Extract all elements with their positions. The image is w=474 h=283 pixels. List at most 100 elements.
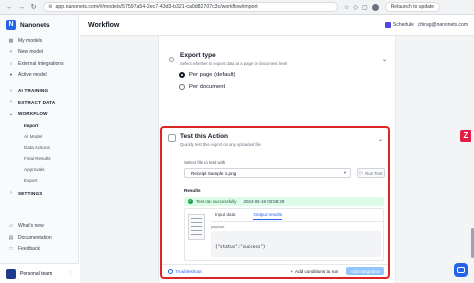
chevron-right-icon: ›: [10, 190, 12, 197]
main-content: Export type Select whether to export dat…: [80, 36, 474, 283]
sidebar-subitem-approvals[interactable]: Approvals: [0, 164, 78, 175]
sidebar-section-label: EXTRACT DATA: [18, 99, 56, 105]
sidebar-section-label: SETTINGS: [18, 190, 43, 196]
user-email[interactable]: chirag@nanonets.com: [418, 22, 468, 28]
browser-actions: ☆ ◇ ▢: [344, 3, 379, 11]
tab-divider: [211, 221, 383, 222]
radio-selected-icon[interactable]: [179, 72, 185, 78]
file-select-value: Receipt Sample 1.png: [191, 170, 237, 176]
help-circle-icon: [168, 268, 173, 274]
file-thumbnail[interactable]: [188, 214, 205, 240]
radio-per-document[interactable]: Per document: [179, 84, 387, 90]
tab-output-results[interactable]: Output results: [253, 212, 283, 220]
add-conditions-button[interactable]: + Add conditions to run: [290, 269, 338, 274]
add-integration-button[interactable]: Add Integration: [346, 267, 384, 275]
bookmark-icon[interactable]: ☆: [344, 4, 349, 11]
sidebar-section-ai-training[interactable]: › AI TRAINING: [0, 85, 78, 97]
sidebar-item-feedback[interactable]: □ Feedback: [0, 244, 79, 256]
sidebar-subitem-import[interactable]: Import: [0, 120, 78, 131]
sidebar-section-label: WORKFLOW: [18, 111, 48, 117]
chat-widget-button[interactable]: [454, 263, 468, 277]
site-info-icon[interactable]: ⚙: [48, 4, 52, 10]
chevron-down-icon[interactable]: ⌄: [382, 56, 387, 63]
reload-icon[interactable]: ↻: [30, 4, 37, 11]
sidebar-section-label: AI TRAINING: [18, 88, 49, 94]
sidebar-section-settings[interactable]: › SETTINGS: [0, 188, 78, 200]
extensions-icon[interactable]: ◇: [353, 4, 358, 11]
sidebar-item-label: What's new: [18, 223, 44, 230]
sidebar-item-my-models[interactable]: ▦ My models: [0, 35, 78, 47]
more-icon[interactable]: ⋮: [68, 271, 73, 277]
schedule-label: Schedule: [393, 22, 414, 28]
play-icon: ▷: [359, 170, 364, 175]
page-title: Workflow: [88, 21, 120, 29]
chevron-down-icon[interactable]: ⌄: [378, 136, 383, 143]
sidebar-subitem-data-actions[interactable]: Data Actions: [0, 142, 78, 153]
export-type-title: Export type: [180, 52, 216, 59]
circle-icon: ●: [9, 72, 13, 79]
sidebar-item-label: Active model: [18, 72, 47, 79]
payload-output: {"status":"success"}: [211, 231, 381, 257]
browser-nav: ← → ↻: [6, 4, 37, 11]
sidebar-bottom: ▱ What's new ▤ Documentation □ Feedback …: [0, 221, 79, 283]
payload-label: payload: [211, 225, 225, 229]
run-test-button[interactable]: ▷ Run Test: [357, 168, 385, 178]
radio-unselected-icon[interactable]: [179, 84, 185, 90]
sidebar: N Nanonets ▦ My models + New model ○ Ext…: [0, 15, 79, 283]
browser-toolbar: ← → ↻ ⚙ app.nanonets.com/#/models/57597a…: [0, 0, 474, 15]
status-timestamp: 2024-06-19 03:58:29: [243, 199, 285, 204]
sidebar-item-documentation[interactable]: ▤ Documentation: [0, 232, 79, 244]
sidebar-item-external-integrations[interactable]: ○ External integrations: [0, 58, 78, 70]
results-heading: Results: [184, 188, 201, 193]
result-panel: Input data Output results payload {"stat…: [184, 208, 384, 261]
sidebar-subitem-export[interactable]: Export: [0, 175, 78, 186]
file-select-label: Select file to test with: [184, 160, 226, 165]
status-banner: ✓ Test ran successfully 2024-06-19 03:58…: [184, 197, 384, 206]
plus-icon: +: [290, 268, 294, 274]
sidebar-section-extract-data[interactable]: › EXTRACT DATA: [0, 97, 78, 109]
file-select-dropdown[interactable]: Receipt Sample 1.png ▾: [184, 168, 351, 178]
sidebar-item-label: My models: [18, 37, 43, 44]
forward-icon[interactable]: →: [18, 4, 25, 11]
add-conditions-label: Add conditions to run: [295, 268, 339, 274]
address-bar[interactable]: ⚙ app.nanonets.com/#/models/57597a54-2ec…: [43, 2, 338, 12]
back-icon[interactable]: ←: [6, 4, 13, 11]
gift-icon: ▱: [9, 223, 13, 230]
test-icon: [168, 134, 176, 142]
chat-icon: [457, 267, 465, 273]
sidebar-item-label: External integrations: [18, 60, 64, 67]
sidebar-subitem-ai-model[interactable]: AI Model: [0, 131, 78, 142]
nanonets-logo-icon: N: [6, 20, 16, 30]
grid-icon: ▦: [8, 37, 14, 44]
tab-input-data[interactable]: Input data: [215, 212, 235, 220]
plug-icon: ○: [9, 60, 13, 67]
test-action-card: Test this Action Quickly test this expor…: [160, 126, 390, 279]
sidebar-item-new-model[interactable]: + New model: [0, 47, 78, 59]
sidebar-subitem-final-results[interactable]: Final Results: [0, 153, 78, 164]
team-name: Personal team: [20, 270, 53, 277]
radio-label: Per document: [189, 84, 226, 90]
sidebar-item-whats-new[interactable]: ▱ What's new: [0, 221, 79, 233]
test-action-footer: Troubleshoot + Add conditions to run Add…: [162, 264, 388, 277]
brand-logo[interactable]: N Nanonets: [0, 15, 78, 35]
export-type-subtitle: Select whether to export data at a page …: [180, 61, 288, 66]
sidebar-item-active-model[interactable]: ● Active model: [0, 70, 78, 82]
team-switcher[interactable]: Personal team ⋮: [0, 263, 79, 283]
book-icon: ▤: [8, 234, 14, 241]
plus-icon: +: [9, 49, 13, 56]
status-text: Test ran successfully: [196, 199, 237, 204]
test-action-header: Test this Action Quickly test this expor…: [168, 133, 261, 147]
sidebar-section-workflow[interactable]: ⌄ WORKFLOW: [0, 108, 78, 120]
chevron-down-icon: ⌄: [8, 110, 14, 117]
troubleshoot-link[interactable]: Troubleshoot: [168, 268, 202, 274]
sidebar-item-label: Documentation: [18, 234, 52, 241]
schedule-button[interactable]: Schedule: [385, 22, 414, 28]
profile-avatar[interactable]: [371, 3, 379, 11]
radio-per-page[interactable]: Per page (default): [179, 72, 387, 78]
test-action-subtitle: Quickly test this export on any uploaded…: [180, 142, 261, 147]
test-action-title: Test this Action: [180, 133, 229, 140]
relaunch-button[interactable]: Relaunch to update: [384, 2, 441, 12]
sidepanel-icon[interactable]: ▢: [362, 4, 368, 11]
page-header: Workflow Schedule chirag@nanonets.com: [80, 15, 474, 36]
export-type-section: Export type Select whether to export dat…: [169, 52, 387, 90]
